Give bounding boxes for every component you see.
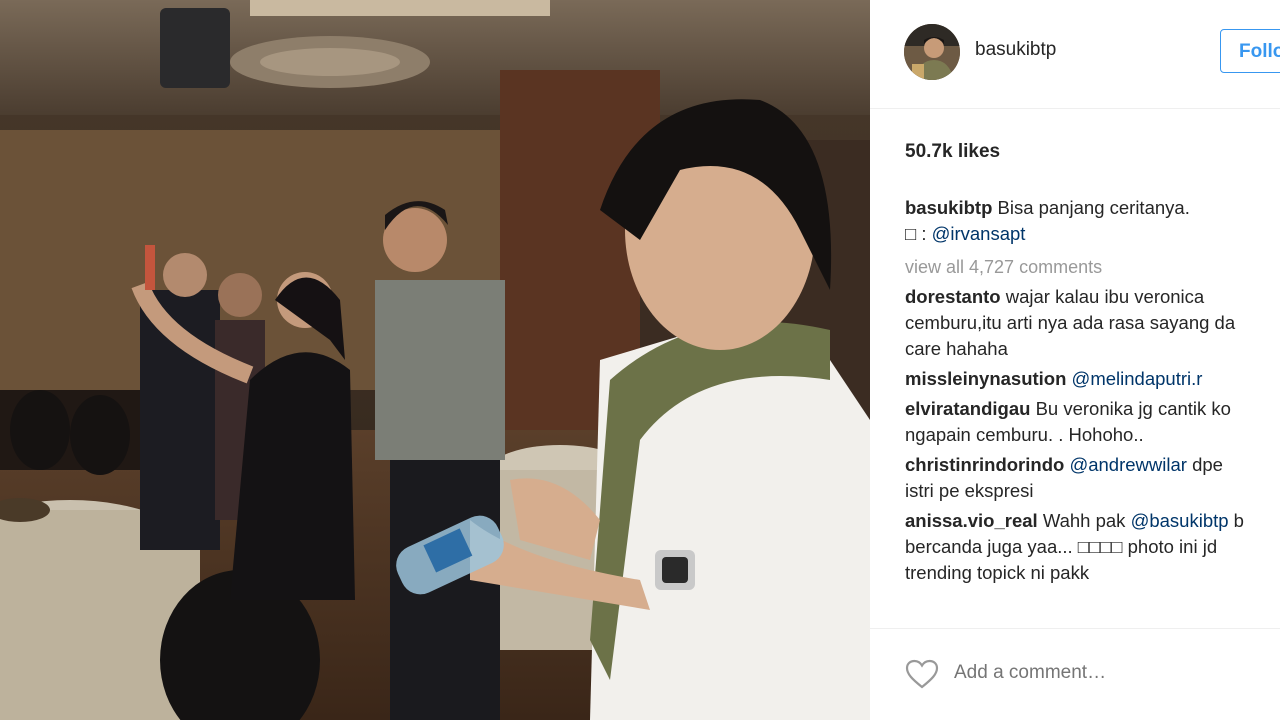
comment-username[interactable]: anissa.vio_real (905, 510, 1038, 531)
comment-text: cemburu,itu arti nya ada rasa sayang da (905, 312, 1236, 333)
caption-username[interactable]: basukibtp (905, 197, 992, 218)
comment-text: Wahh pak (1042, 510, 1131, 531)
view-all-comments-link[interactable]: view all 4,727 comments (905, 254, 1280, 280)
post-header: basukibtp Follow (870, 0, 1280, 109)
comment-text: wajar kalau ibu veronica (1005, 286, 1205, 307)
list-item: elviratandigau Bu veronika jg cantik ko … (905, 396, 1280, 448)
list-item: christinrindorindo @andrewwilar dpe istr… (905, 452, 1280, 504)
caption: basukibtp Bisa panjang ceritanya. □ : @i… (905, 195, 1280, 247)
comment-mention[interactable]: @melindaputri.r (1072, 368, 1203, 389)
comment-mention[interactable]: @basukibtp (1131, 510, 1229, 531)
heart-icon[interactable] (905, 659, 939, 689)
caption-prefix: □ : (905, 223, 932, 244)
comment-text: b (1228, 510, 1244, 531)
post-photo (0, 0, 870, 720)
comment-bar (870, 628, 1280, 720)
avatar[interactable] (904, 24, 960, 80)
list-item: missleinynasution @melindaputri.r (905, 366, 1280, 392)
comment-username[interactable]: elviratandigau (905, 398, 1030, 419)
list-item: dorestanto wajar kalau ibu veronica cemb… (905, 284, 1280, 362)
post-author-username[interactable]: basukibtp (975, 39, 1056, 61)
caption-text: Bisa panjang ceritanya. (997, 197, 1190, 218)
comment-text: istri pe ekspresi (905, 480, 1034, 501)
comment-text: bercanda juga yaa... □□□□ photo ini jd (905, 536, 1218, 557)
comment-username[interactable]: dorestanto (905, 286, 1001, 307)
comment-text: Bu veronika jg cantik ko (1035, 398, 1231, 419)
caption-mention[interactable]: @irvansapt (932, 223, 1026, 244)
comment-text: dpe (1186, 454, 1223, 475)
comment-username[interactable]: missleinynasution (905, 368, 1066, 389)
list-item: anissa.vio_real Wahh pak @basukibtp b be… (905, 508, 1280, 586)
comment-text: ngapain cemburu. . Hohoho.. (905, 424, 1144, 445)
comment-username[interactable]: christinrindorindo (905, 454, 1064, 475)
comment-mention[interactable]: @andrewwilar (1069, 454, 1187, 475)
post-side-panel: basukibtp Follow 50.7k likes basukibtp B… (870, 0, 1280, 720)
follow-button[interactable]: Follow (1220, 29, 1280, 73)
comment-text: care hahaha (905, 338, 1008, 359)
likes-count[interactable]: 50.7k likes (905, 141, 1000, 163)
comment-text: trending topick ni pakk (905, 562, 1090, 583)
comments-list: basukibtp Bisa panjang ceritanya. □ : @i… (905, 195, 1280, 586)
add-comment-input[interactable] (954, 662, 1254, 684)
